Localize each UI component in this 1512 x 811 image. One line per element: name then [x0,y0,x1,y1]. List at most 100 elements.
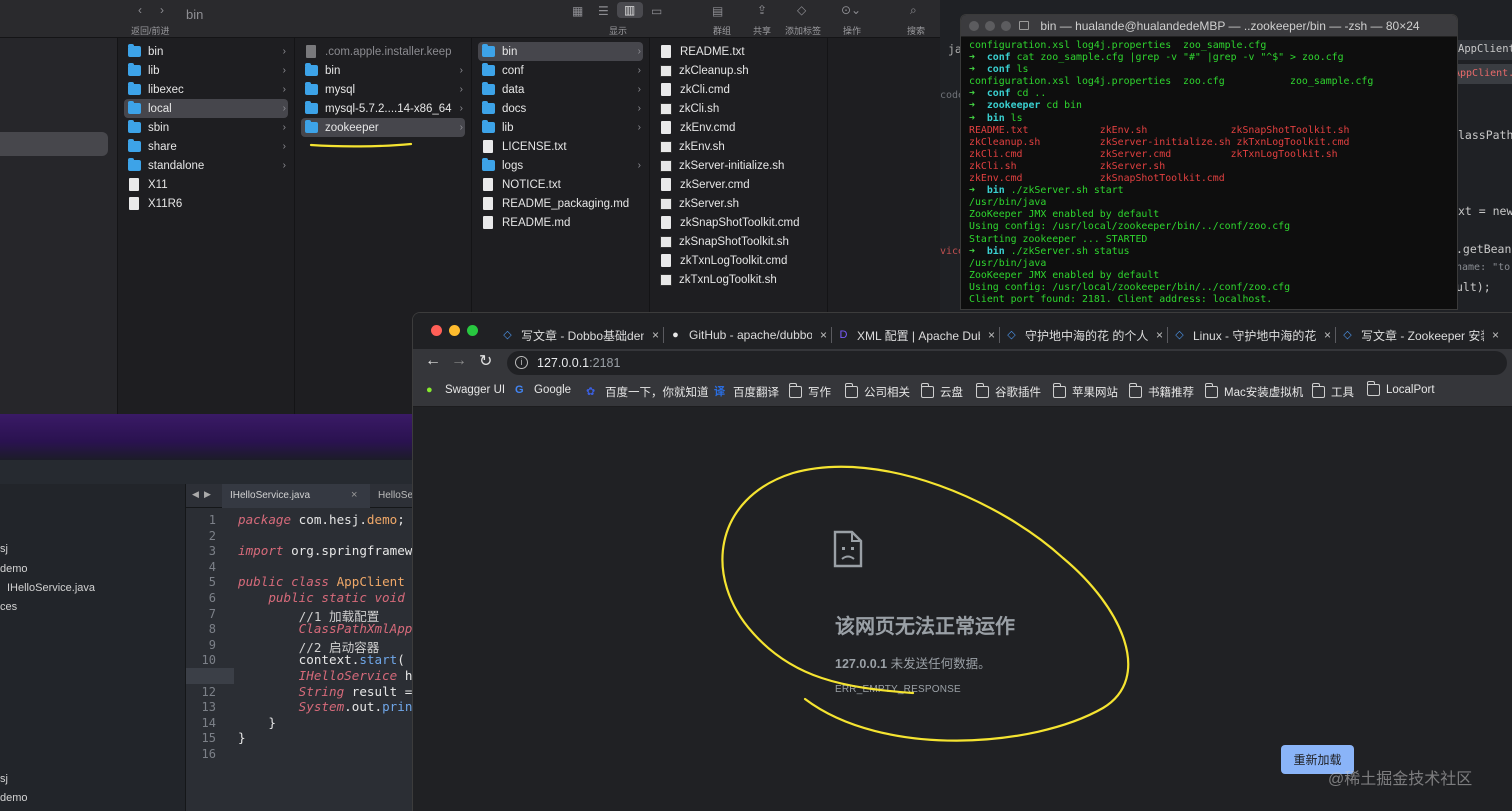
chrome-tab-title: 守护地中海的花 的个人主页 [1025,328,1148,343]
ide-fragment-new-text: xt = new [1458,204,1512,218]
chrome-tab[interactable]: ◇ 写文章 - Dobbo基础demo × [501,321,659,349]
tree-item[interactable]: demo [0,563,28,575]
bookmark-label: 写作 [808,387,831,399]
tree-item[interactable]: sj [0,543,8,555]
chrome-tab[interactable]: ◇ 守护地中海的花 的个人主页 × [1005,321,1163,349]
folder-icon [1366,381,1380,396]
line-number: 7 [208,606,216,621]
bookmark-item[interactable]: G Google [515,384,571,396]
bookmark-item[interactable]: 书籍推荐 [1128,383,1194,400]
terminal-output[interactable]: configuration.xsl log4j.properties zoo_s… [969,40,1455,306]
ide-fragment-name: name: "to [1456,262,1511,273]
url-text[interactable]: 127.0.0.1:2181 [537,356,620,370]
bookmark-item[interactable]: 译百度翻译 [714,384,779,400]
ide-fragment-getbean: .getBean [1456,242,1512,256]
chrome-tab[interactable]: ● GitHub - apache/dubbo × [669,321,827,349]
code-token: IHelloService [238,668,405,683]
ide-tab-file[interactable]: AppClient.java [1454,64,1512,84]
chrome-tab-title: 写文章 - Zookeeper 安装 [1361,328,1484,343]
terminal-line: configuration.xsl log4j.properties zoo_s… [969,40,1455,52]
bookmark-item[interactable]: 写作 [788,383,831,400]
ide-tab-appclient-label: AppClient [1458,43,1512,55]
code-token: ( [397,652,405,668]
code-token: result = [351,683,413,699]
site-info-icon[interactable]: i [515,356,528,369]
bookmark-item[interactable]: Mac安装虚拟机 [1204,383,1303,400]
code-token: prin [382,699,413,715]
close-tab-icon[interactable]: × [1324,328,1331,342]
terminal-line: ➜ bin ./zkServer.sh status [969,246,1455,258]
code-token: .out. [344,699,383,715]
bookmark-item[interactable]: 公司相关 [844,383,910,400]
bookmark-label: 公司相关 [864,387,910,399]
code-token: demo [366,512,398,527]
close-tab-icon[interactable]: × [1492,328,1499,342]
tab-scroll-left-icon[interactable]: ◀ [192,489,199,500]
line-number: 10 [201,653,216,668]
bookmark-item[interactable]: ● Swagger UI [426,384,505,396]
terminal-text: ZooKeeper JMX enabled by default [969,269,1160,281]
terminal-line: Client port found: 2181. Client address:… [969,294,1455,306]
chrome-tab[interactable]: D XML 配置 | Apache Dubbo × [837,321,995,349]
zoom-icon[interactable] [467,325,478,336]
close-tab-icon[interactable]: × [988,328,995,342]
tree-item[interactable]: demo [0,792,28,804]
folder-icon [844,383,858,398]
terminal-line: configuration.xsl log4j.properties zoo.c… [969,76,1455,88]
tab-scroll-right-icon[interactable]: ▶ [204,489,211,500]
bookmark-item[interactable]: 谷歌插件 [975,383,1041,400]
tree-item[interactable]: sj [0,773,8,785]
terminal-line: /usr/bin/java [969,197,1455,209]
minimize-icon[interactable] [449,325,460,336]
close-tab-icon[interactable]: × [351,489,357,501]
bookmark-item[interactable]: LocalPort [1366,381,1435,396]
terminal-text: ./zkServer.sh start [1010,185,1124,197]
reload-icon[interactable]: ↻ [479,351,492,371]
close-tab-icon[interactable]: × [820,328,827,342]
ide-line-gutter: 12345678910111213141516 [186,508,234,811]
tree-item[interactable]: ces [0,601,17,613]
terminal-line: zkCleanup.sh zkServer-initialize.sh zkTx… [969,137,1455,149]
bookmark-item[interactable]: 云盘 [920,383,963,400]
close-icon[interactable] [431,325,442,336]
chrome-tab-title: Linux - 守护地中海的花 - 掘金 [1193,328,1316,343]
bookmark-item[interactable]: 工具 [1311,383,1354,400]
line-number: 9 [208,637,216,652]
terminal-text: ➜ [969,100,987,112]
ide-tab-ihelloservice[interactable]: IHelloService.java × [222,484,370,508]
minimize-icon[interactable] [985,21,995,31]
zoom-icon[interactable] [1001,21,1011,31]
code-token: start [359,652,398,668]
bookmark-label: 云盘 [940,387,963,399]
chrome-tab[interactable]: ◇ 写文章 - Zookeeper 安装 × [1341,321,1499,349]
bookmark-item[interactable]: ✿ 百度一下，你就知道 [586,384,709,400]
terminal-text: bin [986,112,1011,124]
bookmark-label: 百度翻译 [733,387,779,399]
back-arrow-icon[interactable]: ← [425,352,441,370]
code-token: } [238,714,276,730]
chrome-tabstrip: ◇ 写文章 - Dobbo基础demo × ● GitHub - apache/dubb… [413,313,1512,349]
code-line: public static void [238,590,404,605]
tree-item-ihelloservice[interactable]: IHelloService.java [7,582,95,594]
ide-tab-appclient[interactable]: AppClient [1454,40,1512,60]
code-token: public class [238,574,337,590]
close-icon[interactable] [969,21,979,31]
bookmark-label: 书籍推荐 [1148,387,1194,399]
terminal-text: conf [986,64,1017,76]
terminal-text: Starting zookeeper ... STARTED [969,233,1148,245]
ide-code-editor[interactable]: package com.hesj.demo; import org.springf… [234,508,412,811]
address-bar[interactable]: i 127.0.0.1:2181 [507,351,1507,375]
ide-fragment-ult: ult); [1456,280,1491,294]
code-line: } [238,715,276,730]
close-tab-icon[interactable]: × [652,328,659,342]
terminal-line: ➜ zookeeper cd bin [969,100,1455,112]
juejin-icon: ◇ [1175,328,1184,341]
ide-tab-helloservice[interactable]: HelloSe [378,490,413,501]
bookmark-item[interactable]: 苹果网站 [1052,383,1118,400]
code-token: com.hesj. [298,512,367,527]
terminal-line: Starting zookeeper ... STARTED [969,234,1455,246]
chrome-tab[interactable]: ◇ Linux - 守护地中海的花 - 掘金 × [1173,321,1331,349]
line-number: 1 [208,513,216,527]
close-tab-icon[interactable]: × [1156,328,1163,342]
forward-arrow-icon[interactable]: → [451,352,467,370]
